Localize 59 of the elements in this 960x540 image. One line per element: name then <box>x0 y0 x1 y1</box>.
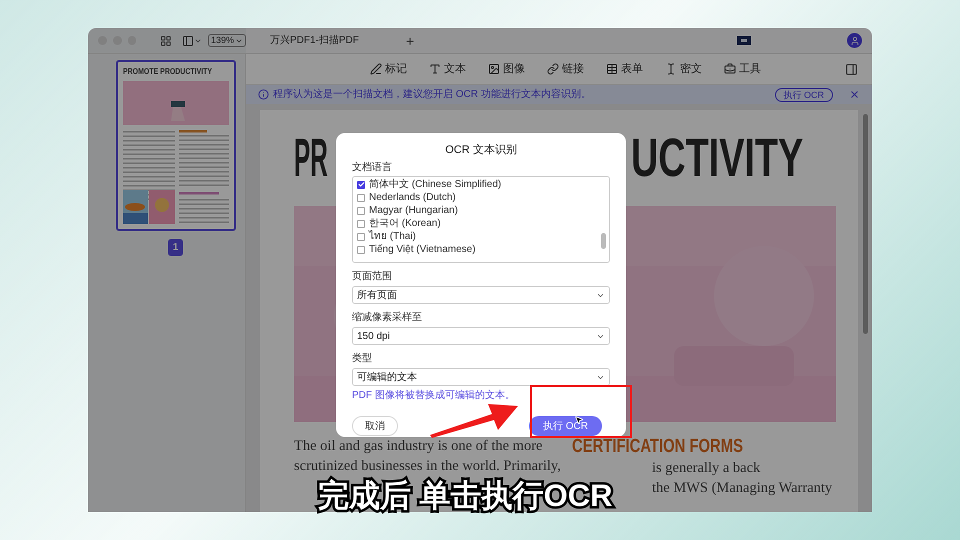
checkbox[interactable] <box>357 220 365 228</box>
sidebar-toggle-button[interactable] <box>182 34 202 46</box>
info-icon <box>258 89 269 100</box>
page-number-badge[interactable]: 1 <box>168 239 184 256</box>
checkbox[interactable] <box>357 206 365 214</box>
run-ocr-button[interactable]: 执行 OCR <box>529 416 602 436</box>
document-tab[interactable]: 万兴PDF1-扫描PDF <box>270 33 390 48</box>
banner-message: 程序认为这是一个扫描文档，建议您开启 OCR 功能进行文本内容识别。 <box>273 88 591 102</box>
panel-toggle-icon[interactable] <box>845 62 858 76</box>
select-field[interactable]: 所有页面 <box>352 286 610 304</box>
new-tab-button[interactable]: + <box>406 34 414 48</box>
field-label: 类型 <box>352 352 373 365</box>
page-thumbnail[interactable]: PROMOTE PRODUCTIVITY <box>116 60 236 231</box>
toolbar-tab[interactable]: 工具 <box>724 60 761 78</box>
language-option[interactable]: Tiếng Việt (Vietnamese) <box>357 243 609 256</box>
toolbar-tab[interactable]: 密文 <box>665 60 702 78</box>
image-icon <box>488 63 500 75</box>
body-text-line: The oil and gas industry is one of the more <box>294 437 544 456</box>
body-text-line: the MWS (Managing Warranty <box>652 479 832 498</box>
thumbnail-title: PROMOTE PRODUCTIVITY <box>122 67 210 76</box>
field-label: 页面范围 <box>352 270 393 283</box>
field-label: 缩减像素采样至 <box>352 311 423 324</box>
document-title: PR <box>294 132 328 184</box>
section-heading: CERTIFICATION FORMS <box>572 436 744 458</box>
toolbar-tab[interactable]: 链接 <box>547 60 584 78</box>
hint-text: PDF 图像将被替换成可编辑的文本。 <box>352 389 516 402</box>
toolbar-tab[interactable]: 表单 <box>606 60 643 78</box>
toolbar-tab[interactable]: 标记 <box>370 60 407 78</box>
grid-view-icon[interactable] <box>160 34 172 46</box>
run-ocr-button[interactable]: 执行 OCR <box>774 88 833 102</box>
language-option[interactable]: 简体中文 (Chinese Simplified) <box>357 178 609 191</box>
language-option[interactable]: ไทย (Thai) <box>357 230 609 243</box>
text-icon <box>429 63 441 75</box>
list-scrollbar-thumb[interactable] <box>601 233 606 249</box>
checkbox[interactable] <box>357 232 365 240</box>
document-title: UCTIVITY <box>631 132 804 184</box>
scrollbar-thumb[interactable] <box>862 114 868 334</box>
toolbar-tab[interactable]: 图像 <box>488 60 525 78</box>
text-cursor-icon <box>665 63 677 75</box>
language-option[interactable]: Magyar (Hungarian) <box>357 204 609 217</box>
briefcase-icon <box>724 63 736 75</box>
select-field[interactable]: 可编辑的文本 <box>352 368 610 386</box>
video-caption: 完成后 单击执行OCR <box>318 479 612 512</box>
language-option[interactable]: 한국어 (Korean) <box>357 217 609 230</box>
dialog-title: OCR 文本识别 <box>445 143 517 157</box>
checkbox[interactable] <box>357 246 365 254</box>
flag-icon[interactable] <box>737 36 751 45</box>
body-text-line: is generally a back <box>652 459 762 478</box>
table-icon <box>606 63 618 75</box>
link-icon <box>547 63 559 75</box>
cancel-button[interactable]: 取消 <box>352 416 398 436</box>
close-icon[interactable] <box>849 89 860 100</box>
checkbox[interactable] <box>357 194 365 202</box>
avatar-icon[interactable] <box>847 33 862 48</box>
select-field[interactable]: 150 dpi <box>352 327 610 345</box>
pen-icon <box>370 63 382 75</box>
language-option[interactable]: Nederlands (Dutch) <box>357 191 609 204</box>
toolbar-tab[interactable]: 文本 <box>429 60 466 78</box>
field-label: 文档语言 <box>352 161 393 174</box>
